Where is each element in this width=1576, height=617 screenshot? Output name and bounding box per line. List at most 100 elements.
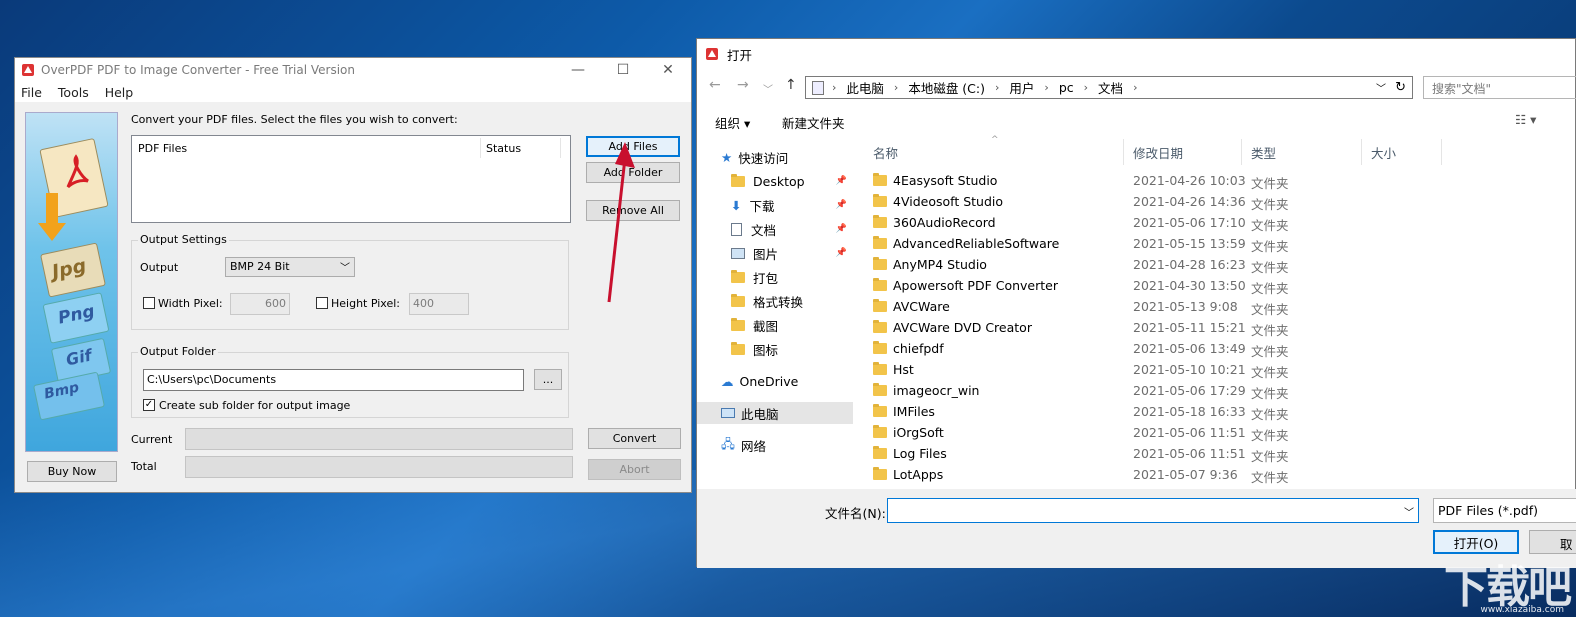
tree-this-pc[interactable]: 此电脑 [697, 402, 853, 424]
tree-item-label: 格式转换 [753, 294, 804, 310]
breadcrumb-users[interactable]: 用户 [1009, 78, 1034, 97]
width-pixel-input[interactable]: 600 [230, 293, 290, 315]
folder-icon [873, 278, 887, 291]
file-row[interactable]: 360AudioRecord 2021-05-06 17:10 文件夹 [867, 212, 1576, 233]
forward-arrow-icon[interactable]: → [737, 77, 749, 93]
address-bar[interactable]: › 此电脑 › 本地磁盘 (C:) › 用户 › pc › 文档 › ﹀ ↻ [805, 76, 1413, 99]
buy-now-button[interactable]: Buy Now [27, 461, 117, 482]
file-row[interactable]: Hst 2021-05-10 10:21 文件夹 [867, 359, 1576, 380]
file-date: 2021-05-10 10:21 [1133, 362, 1246, 377]
browse-button[interactable]: ... [534, 369, 562, 390]
file-row[interactable]: LotApps 2021-05-07 9:36 文件夹 [867, 464, 1576, 485]
width-pixel-checkbox[interactable] [143, 297, 155, 309]
width-pixel-label: Width Pixel: [158, 297, 223, 310]
recent-chevron-icon[interactable]: ﹀ [763, 81, 773, 96]
tree-item-label: 截图 [753, 318, 779, 334]
tree-network[interactable]: 🖧 网络 [697, 434, 853, 456]
output-format-select[interactable]: BMP 24 Bit ﹀ [225, 257, 355, 277]
close-button[interactable]: ✕ [645, 58, 691, 82]
file-name: LotApps [893, 467, 944, 482]
file-row[interactable]: Apowersoft PDF Converter 2021-04-30 13:50… [867, 275, 1576, 296]
pdf-files-list[interactable]: PDF Files Status [131, 135, 571, 223]
file-row[interactable]: AVCWare 2021-05-13 9:08 文件夹 [867, 296, 1576, 317]
tree-item-screenshots[interactable]: 截图 [697, 314, 853, 336]
column-pdf-files[interactable]: PDF Files [138, 142, 187, 155]
file-type: 文件夹 [1251, 218, 1289, 233]
tree-quick-access-label: 快速访问 [738, 150, 789, 166]
file-type: 文件夹 [1251, 281, 1289, 296]
back-arrow-icon[interactable]: ← [709, 77, 721, 93]
filename-dropdown-icon[interactable]: ﹀ [1404, 504, 1414, 519]
file-row[interactable]: iOrgSoft 2021-05-06 11:51 文件夹 [867, 422, 1576, 443]
file-type: 文件夹 [1251, 386, 1289, 401]
tree-item-downloads[interactable]: ⬇ 下载 📌 [697, 194, 853, 216]
organize-button[interactable]: 组织 ▾ [715, 113, 750, 132]
minimize-button[interactable]: — [555, 58, 601, 82]
tree-item-icons[interactable]: 图标 [697, 338, 853, 360]
file-row[interactable]: AVCWare DVD Creator 2021-05-11 15:21 文件夹 [867, 317, 1576, 338]
dialog-titlebar: 打开 [697, 39, 1575, 69]
file-list-header: 名称 ^ 修改日期 类型 大小 [867, 135, 1576, 165]
file-type-filter[interactable]: PDF Files (*.pdf) [1433, 498, 1576, 523]
column-size[interactable]: 大小 [1371, 143, 1396, 162]
breadcrumb-local-disk[interactable]: 本地磁盘 (C:) [908, 78, 985, 97]
refresh-icon[interactable]: ↻ [1395, 80, 1406, 95]
view-options-icon[interactable]: ☷ ▾ [1515, 112, 1536, 127]
file-row[interactable]: IMFiles 2021-05-18 16:33 文件夹 [867, 401, 1576, 422]
new-folder-button[interactable]: 新建文件夹 [782, 113, 845, 132]
column-date[interactable]: 修改日期 [1133, 143, 1183, 162]
file-row[interactable]: AnyMP4 Studio 2021-04-28 16:23 文件夹 [867, 254, 1576, 275]
breadcrumb-documents[interactable]: 文档 [1098, 78, 1123, 97]
file-row[interactable]: chiefpdf 2021-05-06 13:49 文件夹 [867, 338, 1576, 359]
file-row[interactable]: imageocr_win 2021-05-06 17:29 文件夹 [867, 380, 1576, 401]
breadcrumb-separator-icon: › [1044, 81, 1049, 94]
height-pixel-checkbox[interactable] [316, 297, 328, 309]
breadcrumb-separator-icon: › [1133, 81, 1138, 94]
subfolder-checkbox[interactable]: ✓ [143, 399, 155, 411]
filename-input[interactable]: ﹀ [887, 498, 1419, 523]
output-folder-title: Output Folder [138, 345, 218, 358]
total-progress-bar [185, 456, 573, 478]
search-input[interactable]: 搜索"文档" [1423, 76, 1576, 99]
tree-item-pack[interactable]: 打包 [697, 266, 853, 288]
address-dropdown-icon[interactable]: ﹀ [1376, 80, 1386, 95]
height-pixel-input[interactable]: 400 [409, 293, 469, 315]
up-arrow-icon[interactable]: ↑ [785, 77, 797, 93]
column-status[interactable]: Status [486, 142, 521, 155]
file-name: IMFiles [893, 404, 935, 419]
file-name: AVCWare [893, 299, 950, 314]
menu-help[interactable]: Help [105, 85, 134, 100]
download-arrow-icon: ⬇ [731, 197, 742, 213]
tree-item-format-convert[interactable]: 格式转换 [697, 290, 853, 312]
column-name[interactable]: 名称 [873, 143, 898, 162]
maximize-button[interactable]: ☐ [600, 58, 646, 82]
tree-item-documents[interactable]: 文档 📌 [697, 218, 853, 240]
tree-quick-access[interactable]: ★ 快速访问 [697, 146, 853, 168]
acrobat-logo-icon [66, 154, 89, 189]
breadcrumb-pc[interactable]: pc [1059, 80, 1074, 95]
abort-button[interactable]: Abort [588, 459, 681, 480]
tree-item-pictures[interactable]: 图片 📌 [697, 242, 853, 264]
convert-button[interactable]: Convert [588, 428, 681, 449]
file-row[interactable]: 4Videosoft Studio 2021-04-26 14:36 文件夹 [867, 191, 1576, 212]
folder-icon [873, 446, 887, 459]
menu-file[interactable]: File [21, 85, 42, 100]
file-row[interactable]: AdvancedReliableSoftware 2021-05-15 13:59… [867, 233, 1576, 254]
tree-onedrive[interactable]: ☁ OneDrive [697, 370, 853, 392]
app-logo-icon [21, 63, 35, 77]
file-row[interactable]: 4Easysoft Studio 2021-04-26 10:03 文件夹 [867, 170, 1576, 191]
pin-icon: 📌 [835, 200, 847, 210]
file-list: 4Easysoft Studio 2021-04-26 10:03 文件夹 4Vide… [867, 170, 1576, 488]
breadcrumb-separator-icon: › [995, 81, 1000, 94]
tree-item-label: 图片 [753, 246, 779, 262]
file-date: 2021-04-26 10:03 [1133, 173, 1246, 188]
tree-item-desktop[interactable]: Desktop 📌 [697, 170, 853, 192]
file-type: 文件夹 [1251, 470, 1289, 485]
file-row[interactable]: Log Files 2021-05-06 11:51 文件夹 [867, 443, 1576, 464]
column-type[interactable]: 类型 [1251, 143, 1276, 162]
output-folder-input[interactable]: C:\Users\pc\Documents [143, 369, 524, 391]
folder-icon [873, 299, 887, 312]
menu-tools[interactable]: Tools [58, 85, 89, 100]
file-name: AVCWare DVD Creator [893, 320, 1032, 335]
breadcrumb-this-pc[interactable]: 此电脑 [846, 78, 884, 97]
